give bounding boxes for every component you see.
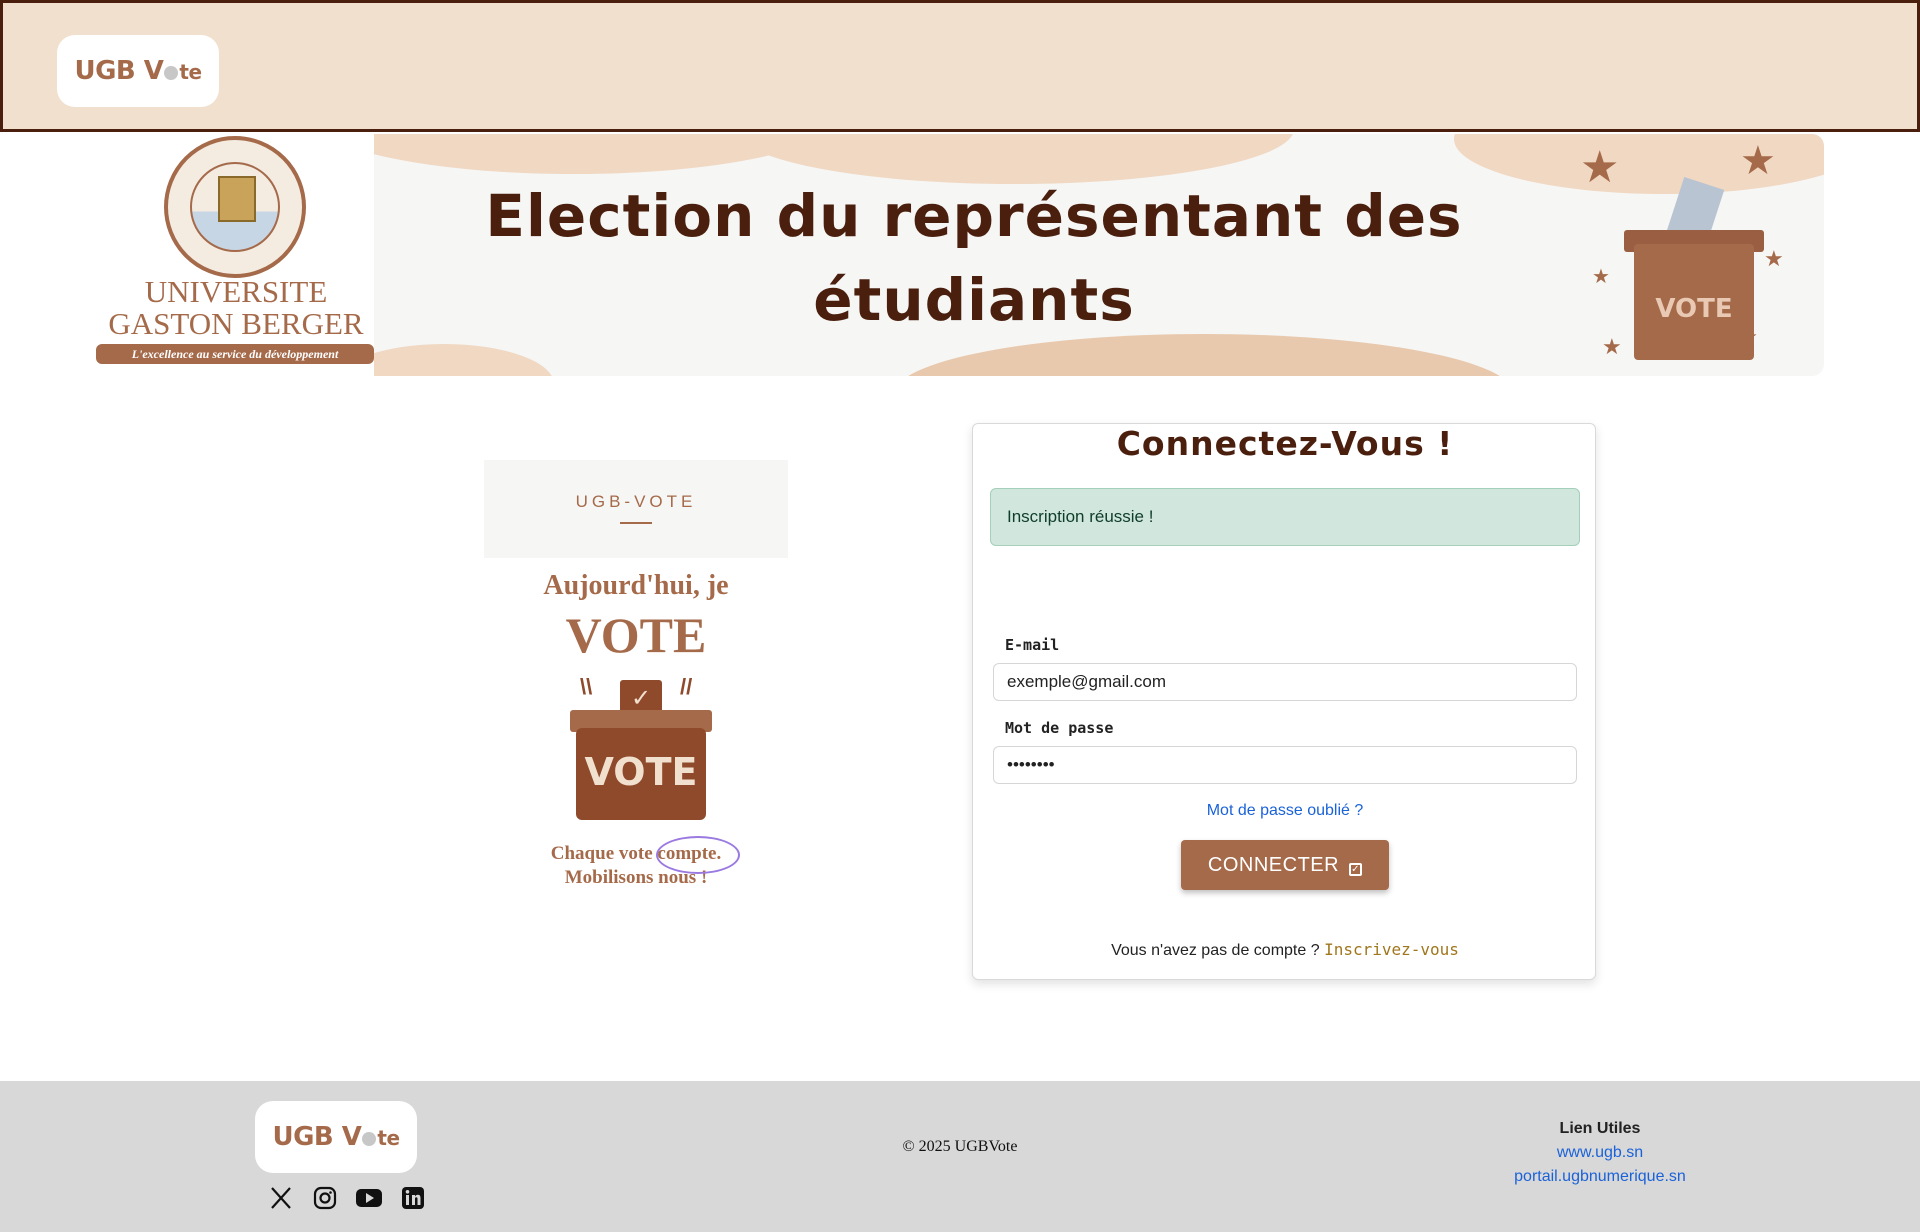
star-icon: ★ [1580, 143, 1620, 192]
connect-button[interactable]: CONNECTER ✓ [1181, 840, 1389, 890]
promo-line-2: VOTE [565, 607, 707, 663]
university-tagline: L'excellence au service du développement [96, 344, 374, 364]
login-title: Connectez-Vous ! [1116, 424, 1454, 463]
footer-logo[interactable]: UGB Vte [255, 1101, 417, 1173]
useful-links-title: Lien Utiles [1559, 1120, 1641, 1137]
youtube-icon[interactable] [356, 1185, 382, 1211]
ugbvote-logo[interactable]: UGB Vte [57, 35, 219, 107]
promo-header: UGB-VOTE [484, 460, 788, 558]
university-seal-icon [164, 136, 306, 278]
logo-text: UGB Vte [74, 56, 202, 86]
star-icon: ★ [1720, 315, 1760, 364]
instagram-icon[interactable] [312, 1185, 338, 1211]
promo-slogan: Chaque vote compte. Mobilisons nous ! [550, 843, 722, 888]
logo-globe-icon [164, 66, 179, 80]
spark-icon: \\ [580, 674, 593, 699]
login-card: Connectez-Vous ! Inscription réussie ! E… [972, 423, 1596, 980]
hero-banner: UNIVERSITE GASTON BERGER L'excellence au… [96, 134, 1824, 376]
email-input[interactable]: exemple@gmail.com [993, 663, 1577, 701]
email-label: E-mail [1005, 636, 1060, 654]
x-icon[interactable] [268, 1185, 294, 1211]
promo-divider [620, 522, 652, 524]
promo-ballot-label: VOTE [584, 750, 698, 794]
university-logo: UNIVERSITE GASTON BERGER L'excellence au… [96, 134, 376, 376]
promo-line-1: Aujourd'hui, je [543, 570, 729, 601]
success-alert: Inscription réussie ! [990, 488, 1580, 546]
linkedin-icon[interactable] [400, 1185, 426, 1211]
password-input[interactable]: •••••••• [993, 746, 1577, 784]
ugb-link[interactable]: www.ugb.sn [1500, 1141, 1700, 1165]
no-account-text: Vous n'avez pas de compte ? [1111, 942, 1320, 959]
password-label: Mot de passe [1005, 719, 1114, 737]
top-navbar: UGB Vte [0, 0, 1920, 132]
banner-artwork: Election du représentant des étudiants V… [374, 134, 1824, 376]
check-square-icon: ✓ [1349, 863, 1363, 876]
signup-row: Vous n'avez pas de compte ? Inscrivez-vo… [973, 940, 1597, 960]
useful-links: Lien Utiles www.ugb.sn portail.ugbnumeri… [1500, 1117, 1700, 1189]
star-icon: ★ [1740, 139, 1776, 183]
star-icon: ★ [1764, 246, 1784, 271]
promo-brand: UGB-VOTE [575, 492, 697, 511]
social-links [268, 1185, 426, 1211]
star-icon: ★ [1592, 266, 1610, 288]
spark-icon: // [680, 674, 693, 699]
highlight-circle [656, 836, 740, 874]
university-name: UNIVERSITE GASTON BERGER [108, 274, 364, 341]
signup-link[interactable]: Inscrivez-vous [1324, 940, 1459, 959]
forgot-password-link[interactable]: Mot de passe oublié ? [973, 802, 1597, 820]
star-icon: ★ [1602, 334, 1622, 359]
footer: UGB Vte © 2025 UGBVote Lien Utiles www.u… [0, 1081, 1920, 1232]
banner-title: Election du représentant des étudiants [485, 182, 1463, 334]
vote-promo-card: UGB-VOTE Aujourd'hui, je VOTE \\ // ✓ VO… [484, 460, 788, 900]
portail-link[interactable]: portail.ugbnumerique.sn [1500, 1165, 1700, 1189]
